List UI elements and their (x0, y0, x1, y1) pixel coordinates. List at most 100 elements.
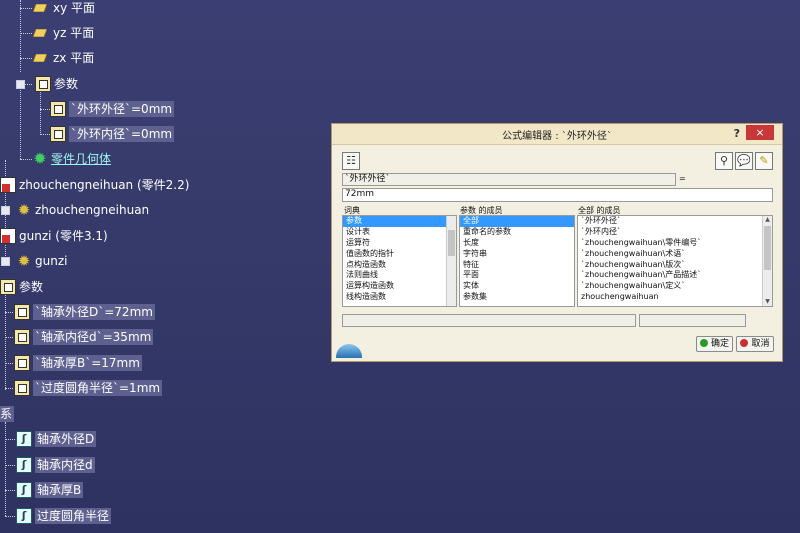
tree-label: zx 平面 (53, 51, 95, 65)
tree-node-root-parameters[interactable]: 参数 (0, 277, 43, 297)
parameter-icon (50, 101, 66, 117)
scrollbar-thumb[interactable] (448, 230, 455, 256)
tree-node-relation[interactable]: ʃ 轴承外径D (16, 429, 97, 449)
eraser-icon[interactable]: ✎ (755, 152, 773, 170)
list-item[interactable]: 法则曲线 (343, 270, 456, 281)
help-button[interactable]: ? (734, 127, 740, 140)
close-button[interactable]: × (746, 125, 774, 140)
tree-node-yz-plane[interactable]: yz 平面 (33, 23, 94, 43)
tree-label: `外环外径`=0mm (69, 101, 175, 117)
parameter-icon (14, 380, 30, 396)
list-item[interactable]: 全部 (460, 216, 574, 227)
list-item[interactable]: 线构造函数 (343, 292, 456, 303)
tree-label: 参数 (19, 280, 44, 294)
list-item[interactable]: 参数 (343, 216, 456, 227)
expand-toggle[interactable] (1, 257, 10, 266)
tree-label: `过度圆角半径`=1mm (33, 380, 163, 396)
tree-line (20, 33, 32, 34)
scrollbar[interactable]: ▲ ▼ (762, 216, 772, 306)
parameter-icon (14, 304, 30, 320)
tree-node-param[interactable]: `过度圆角半径`=1mm (14, 378, 163, 398)
list-item[interactable]: 特征 (460, 260, 574, 271)
list-item[interactable]: 值函数的指针 (343, 249, 456, 260)
tree-line (40, 109, 50, 110)
scrollbar[interactable] (446, 216, 456, 306)
list-item[interactable]: 平面 (460, 270, 574, 281)
list-item[interactable]: 重命名的参数 (460, 227, 574, 238)
tree-node-relation[interactable]: ʃ 轴承厚B (16, 480, 84, 500)
tree-node-part-instance[interactable]: gunzi (零件3.1) (0, 226, 108, 246)
list-item[interactable]: 运算构造函数 (343, 281, 456, 292)
formula-icon: ʃ (16, 457, 32, 473)
tree-node-part[interactable]: ✹ zhouchengneihuan (16, 200, 149, 220)
tree-node-relation[interactable]: ʃ 轴承内径d (16, 455, 95, 475)
tree-line (5, 490, 15, 491)
tree-line (5, 312, 13, 313)
cancel-button[interactable]: 取消 (736, 336, 774, 352)
tree-line (5, 337, 13, 338)
status-field (342, 314, 636, 327)
tree-label: xy 平面 (53, 1, 96, 15)
tree-node-relations[interactable]: 关系 (0, 404, 15, 424)
comment-icon[interactable]: 💬 (735, 152, 753, 170)
dictionary-list[interactable]: 参数 设计表 运算符 值函数的指针 点构造函数 法则曲线 运算构造函数 线构造函… (342, 215, 457, 307)
list-item[interactable]: `zhouchengwaihuan\产品描述` (578, 270, 772, 281)
list-item[interactable]: 参数集 (460, 292, 574, 303)
equals-sign: = (679, 174, 686, 183)
tree-line (5, 388, 13, 389)
tree-node-relation[interactable]: ʃ 过度圆角半径 (16, 506, 112, 526)
tree-line (20, 8, 32, 9)
parameter-icon (50, 126, 66, 142)
parameter-icon (14, 355, 30, 371)
collapse-toggle[interactable] (16, 80, 25, 89)
expand-toggle[interactable] (1, 206, 10, 215)
dialog-titlebar[interactable]: 公式编辑器 : `外环外径` ? × (332, 124, 782, 145)
tree-label: `轴承外径D`=72mm (33, 304, 155, 320)
tree-node-part-body[interactable]: ✹ 零件几何体 (32, 149, 111, 169)
parameter-icon (14, 329, 30, 345)
part-gear-icon: ✹ (17, 201, 31, 219)
list-item[interactable]: 运算符 (343, 238, 456, 249)
list-item[interactable]: `zhouchengwaihuan\定义` (578, 281, 772, 292)
formula-input[interactable]: 72mm (342, 188, 773, 202)
list-item[interactable]: 实体 (460, 281, 574, 292)
parameter-name-field: `外环外径` (342, 173, 676, 186)
list-item[interactable]: `zhouchengwaihuan\术语` (578, 249, 772, 260)
tree-label: zhouchengneihuan (零件2.2) (19, 178, 190, 192)
list-item[interactable]: `外环外径` (578, 216, 772, 227)
members-list[interactable]: 全部 重命名的参数 长度 字符串 特征 平面 实体 参数集 (459, 215, 575, 307)
scroll-down-icon[interactable]: ▼ (763, 298, 772, 306)
cancel-icon (740, 339, 749, 347)
list-item[interactable]: `zhouchengwaihuan\版次` (578, 260, 772, 271)
tree-node-xy-plane[interactable]: xy 平面 (33, 0, 95, 18)
scroll-up-icon[interactable]: ▲ (763, 216, 772, 224)
list-item[interactable]: 字符串 (460, 249, 574, 260)
all-members-list[interactable]: `外环外径` `外环内径` `zhouchengwaihuan\零件编号` `z… (577, 215, 773, 307)
tree-node-param[interactable]: `轴承内径d`=35mm (14, 327, 154, 347)
measure-icon[interactable]: ⚲ (715, 152, 733, 170)
ok-button[interactable]: 确定 (696, 336, 733, 352)
tree-node-zx-plane[interactable]: zx 平面 (33, 48, 94, 68)
list-item[interactable]: zhouchengwaihuan (578, 292, 772, 303)
specification-tree: xy 平面 yz 平面 zx 平面 参数 `外环外径`=0mm `外环内径`=0… (0, 0, 330, 533)
tree-node-param-inner[interactable]: `外环内径`=0mm (50, 124, 175, 144)
tree-node-parameters[interactable]: 参数 (35, 74, 78, 94)
list-item[interactable]: `外环内径` (578, 227, 772, 238)
tree-node-param[interactable]: `轴承外径D`=72mm (14, 302, 155, 322)
list-item[interactable]: `zhouchengwaihuan\零件编号` (578, 238, 772, 249)
tree-line (5, 516, 15, 517)
tree-label: gunzi (零件3.1) (19, 229, 108, 243)
tree-node-param[interactable]: `轴承厚B`=17mm (14, 353, 142, 373)
tree-label: `轴承厚B`=17mm (33, 355, 142, 371)
list-item[interactable]: 设计表 (343, 227, 456, 238)
tree-node-part-instance[interactable]: zhouchengneihuan (零件2.2) (0, 175, 189, 195)
formula-icon: ʃ (16, 482, 32, 498)
tree-line (20, 58, 32, 59)
list-item[interactable]: 点构造函数 (343, 260, 456, 271)
incremental-icon[interactable]: ☷ (342, 152, 360, 170)
list-item[interactable]: 长度 (460, 238, 574, 249)
scrollbar-thumb[interactable] (764, 226, 771, 270)
tree-node-param-outer[interactable]: `外环外径`=0mm (50, 99, 175, 119)
tree-node-part[interactable]: ✹ gunzi (16, 251, 68, 271)
tree-label: yz 平面 (53, 26, 95, 40)
